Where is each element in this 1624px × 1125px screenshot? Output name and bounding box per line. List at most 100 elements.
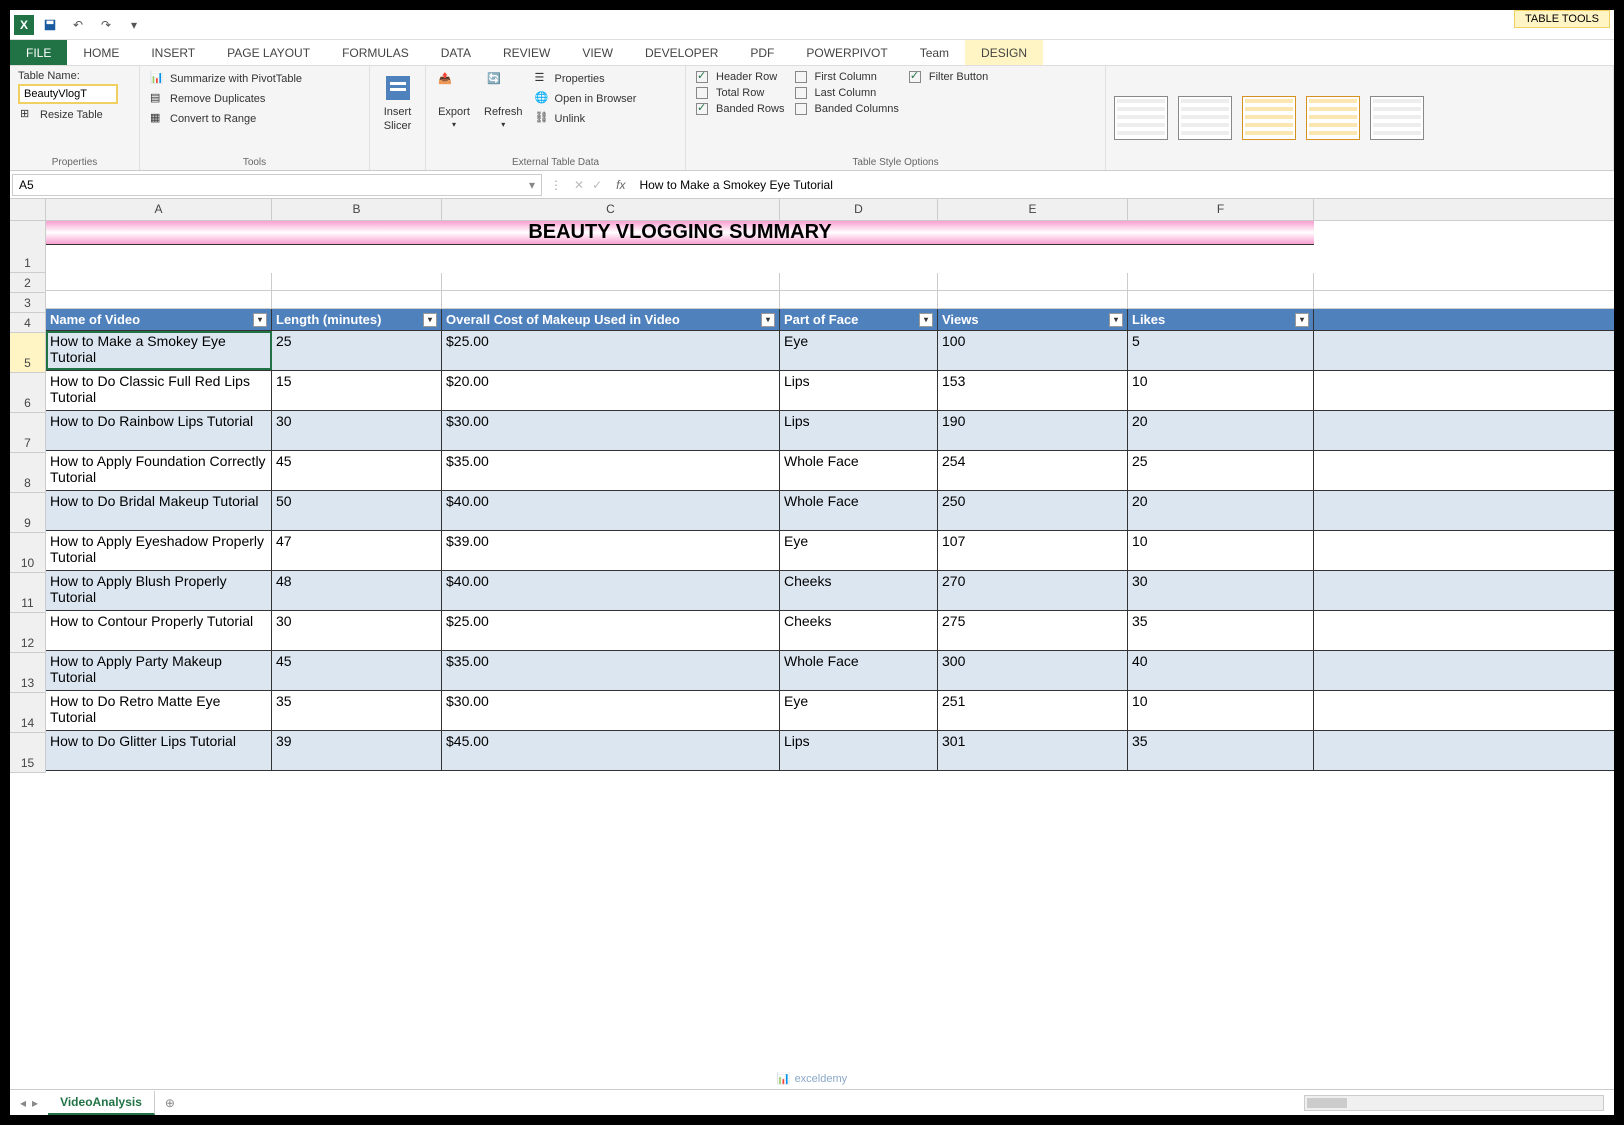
insert-slicer-button[interactable]: InsertSlicer	[378, 70, 417, 134]
cell[interactable]: 50	[272, 491, 442, 530]
cell[interactable]: $35.00	[442, 451, 780, 490]
cell[interactable]: 47	[272, 531, 442, 570]
cell[interactable]: 15	[272, 371, 442, 410]
cell[interactable]: How to Do Retro Matte Eye Tutorial	[46, 691, 272, 730]
row-header[interactable]: 12	[10, 613, 46, 653]
table-header[interactable]: Part of Face▾	[780, 309, 938, 330]
pivot-button[interactable]: 📊Summarize with PivotTable	[148, 70, 304, 88]
tablename-input[interactable]	[18, 84, 118, 104]
cell[interactable]: 250	[938, 491, 1128, 530]
row-header[interactable]: 10	[10, 533, 46, 573]
cell[interactable]: 39	[272, 731, 442, 770]
cell[interactable]: How to Apply Eyeshadow Properly Tutorial	[46, 531, 272, 570]
filter-icon[interactable]: ▾	[1295, 313, 1309, 327]
cell[interactable]: $39.00	[442, 531, 780, 570]
cell[interactable]: How to Do Rainbow Lips Tutorial	[46, 411, 272, 450]
cell[interactable]: 10	[1128, 531, 1314, 570]
row-header[interactable]: 13	[10, 653, 46, 693]
tab-home[interactable]: HOME	[67, 40, 135, 65]
col-header-b[interactable]: B	[272, 199, 442, 220]
save-button[interactable]	[40, 15, 60, 35]
cell[interactable]: Eye	[780, 531, 938, 570]
cell[interactable]: $40.00	[442, 571, 780, 610]
cell[interactable]: 40	[1128, 651, 1314, 690]
tab-team[interactable]: Team	[904, 40, 965, 65]
table-style-preview[interactable]	[1178, 96, 1232, 140]
cell[interactable]: Lips	[780, 411, 938, 450]
horizontal-scrollbar[interactable]	[1304, 1095, 1604, 1111]
last-col-check[interactable]: Last Column	[793, 86, 901, 100]
cell[interactable]: 35	[1128, 611, 1314, 650]
row-header[interactable]: 8	[10, 453, 46, 493]
cell[interactable]: 35	[272, 691, 442, 730]
redo-button[interactable]: ↷	[96, 15, 116, 35]
row-header[interactable]: 2	[10, 273, 46, 293]
row-header[interactable]: 7	[10, 413, 46, 453]
cell[interactable]: 48	[272, 571, 442, 610]
add-sheet-button[interactable]: ⊕	[155, 1092, 185, 1114]
row-header[interactable]: 4	[10, 313, 46, 333]
row-header[interactable]: 9	[10, 493, 46, 533]
tab-formulas[interactable]: FORMULAS	[326, 40, 425, 65]
formula-input[interactable]	[633, 175, 1614, 195]
cell[interactable]: $20.00	[442, 371, 780, 410]
cell[interactable]: How to Apply Blush Properly Tutorial	[46, 571, 272, 610]
cell[interactable]: 45	[272, 651, 442, 690]
cell[interactable]: How to Do Bridal Makeup Tutorial	[46, 491, 272, 530]
filter-icon[interactable]: ▾	[423, 313, 437, 327]
tab-developer[interactable]: DEVELOPER	[629, 40, 734, 65]
resize-table-button[interactable]: ⊞Resize Table	[18, 106, 118, 124]
filter-icon[interactable]: ▾	[253, 313, 267, 327]
header-row-check[interactable]: Header Row	[694, 70, 787, 84]
first-col-check[interactable]: First Column	[793, 70, 901, 84]
col-header-f[interactable]: F	[1128, 199, 1314, 220]
remove-dup-button[interactable]: ▤Remove Duplicates	[148, 90, 304, 108]
filter-icon[interactable]: ▾	[919, 313, 933, 327]
sheet-tab[interactable]: VideoAnalysis	[48, 1091, 155, 1115]
cell[interactable]: 190	[938, 411, 1128, 450]
row-header[interactable]: 6	[10, 373, 46, 413]
table-style-preview[interactable]	[1306, 96, 1360, 140]
title-cell[interactable]: BEAUTY VLOGGING SUMMARY	[46, 221, 1314, 245]
col-header-a[interactable]: A	[46, 199, 272, 220]
cell[interactable]: 300	[938, 651, 1128, 690]
cell[interactable]: Lips	[780, 731, 938, 770]
next-sheet-button[interactable]: ▸	[32, 1096, 38, 1110]
cell[interactable]: 20	[1128, 491, 1314, 530]
cell[interactable]: $25.00	[442, 331, 780, 370]
cell[interactable]: How to Apply Party Makeup Tutorial	[46, 651, 272, 690]
cell[interactable]: Whole Face	[780, 451, 938, 490]
cell[interactable]: 35	[1128, 731, 1314, 770]
tab-powerpivot[interactable]: POWERPIVOT	[790, 40, 903, 65]
cell[interactable]: 30	[272, 411, 442, 450]
table-header[interactable]: Views▾	[938, 309, 1128, 330]
table-header[interactable]: Length (minutes)▾	[272, 309, 442, 330]
convert-range-button[interactable]: ▦Convert to Range	[148, 110, 304, 128]
cell[interactable]: Eye	[780, 331, 938, 370]
cell[interactable]: Eye	[780, 691, 938, 730]
name-box[interactable]: A5▾	[12, 174, 542, 196]
cell[interactable]: 275	[938, 611, 1128, 650]
col-header-c[interactable]: C	[442, 199, 780, 220]
refresh-button[interactable]: 🔄Refresh▾	[480, 70, 527, 166]
tab-design[interactable]: DESIGN	[965, 40, 1043, 65]
total-row-check[interactable]: Total Row	[694, 86, 787, 100]
tab-file[interactable]: FILE	[10, 40, 67, 65]
cell[interactable]: $30.00	[442, 411, 780, 450]
qat-customize[interactable]: ▾	[124, 15, 144, 35]
row-header[interactable]: 14	[10, 693, 46, 733]
table-style-preview[interactable]	[1370, 96, 1424, 140]
row-header[interactable]: 5	[10, 333, 46, 373]
cell[interactable]: 251	[938, 691, 1128, 730]
undo-button[interactable]: ↶	[68, 15, 88, 35]
cell[interactable]: 107	[938, 531, 1128, 570]
cell[interactable]: 30	[272, 611, 442, 650]
tab-pdf[interactable]: PDF	[734, 40, 790, 65]
filter-icon[interactable]: ▾	[761, 313, 775, 327]
cell[interactable]: $40.00	[442, 491, 780, 530]
cell[interactable]: 25	[272, 331, 442, 370]
prev-sheet-button[interactable]: ◂	[20, 1096, 26, 1110]
banded-cols-check[interactable]: Banded Columns	[793, 102, 901, 116]
cell[interactable]: How to Contour Properly Tutorial	[46, 611, 272, 650]
banded-rows-check[interactable]: Banded Rows	[694, 102, 787, 116]
